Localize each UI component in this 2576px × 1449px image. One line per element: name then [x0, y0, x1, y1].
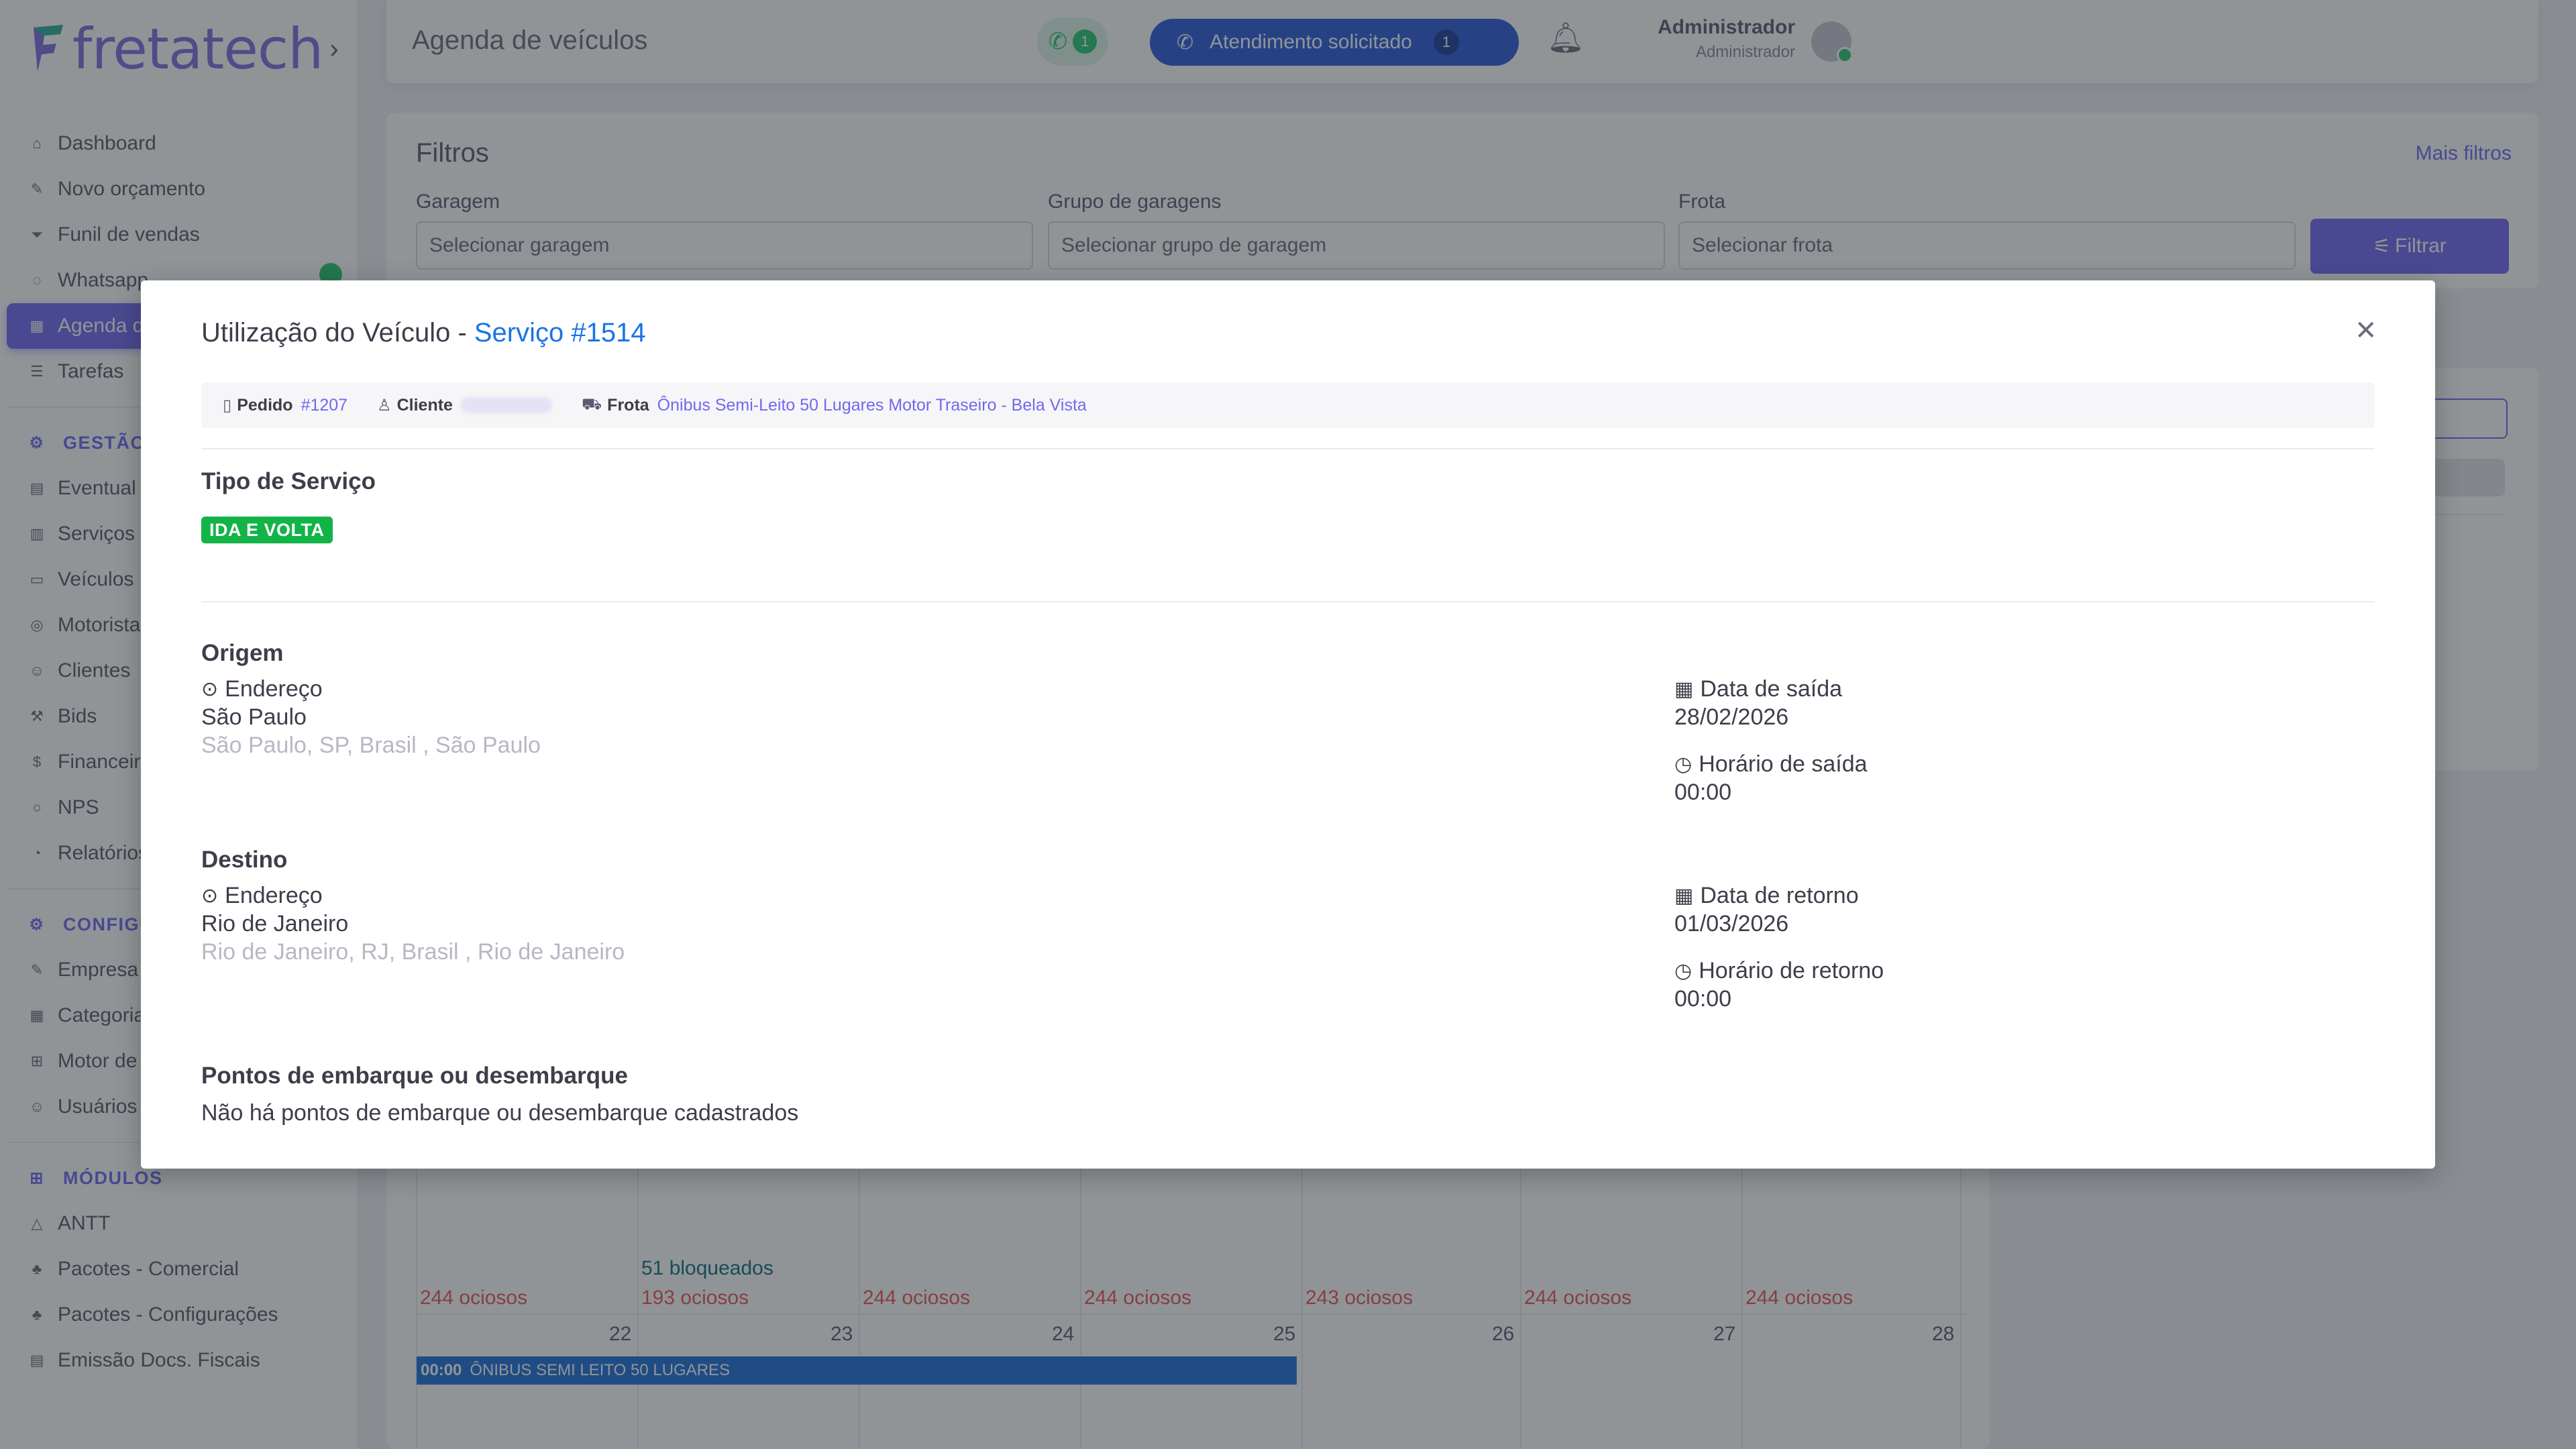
modal-divider [201, 601, 2375, 602]
meta-fleet: ⛟ Frota Ônibus Semi-Leito 50 Lugares Mot… [581, 395, 1087, 415]
return-time-value: 00:00 [1674, 986, 1732, 1012]
modal-divider [201, 448, 2375, 449]
service-type-title: Tipo de Serviço [201, 468, 376, 494]
return-time-label: ◷ Horário de retorno [1674, 958, 1884, 983]
vehicle-usage-modal: Utilização do Veículo - Serviço #1514 ✕ … [141, 280, 2435, 1169]
clock-icon: ◷ [1674, 753, 1693, 775]
fleet-link[interactable]: Ônibus Semi-Leito 50 Lugares Motor Trase… [657, 396, 1087, 415]
return-date-label: ▦ Data de retorno [1674, 883, 1859, 908]
service-link[interactable]: Serviço #1514 [474, 318, 646, 347]
stops-title: Pontos de embarque ou desembarque [201, 1063, 628, 1089]
client-name-redacted[interactable] [460, 397, 552, 413]
map-pin-icon: ⊙ [201, 678, 219, 700]
departure-date-label: ▦ Data de saída [1674, 676, 1843, 702]
departure-date-value: 28/02/2026 [1674, 704, 1789, 730]
order-link[interactable]: #1207 [301, 396, 348, 415]
service-meta-bar: ▯ Pedido #1207 ♙ Cliente ⛟ Frota Ônibus … [201, 382, 2375, 428]
clock-icon: ◷ [1674, 960, 1693, 982]
calendar-icon: ▦ [1674, 678, 1694, 700]
origin-title: Origem [201, 640, 284, 666]
destination-full-address: Rio de Janeiro, RJ, Brasil , Rio de Jane… [201, 939, 625, 965]
service-type-badge: IDA E VOLTA [201, 517, 333, 543]
map-pin-icon: ⊙ [201, 885, 219, 907]
departure-time-value: 00:00 [1674, 780, 1732, 805]
return-date-value: 01/03/2026 [1674, 911, 1789, 936]
origin-city: São Paulo [201, 704, 307, 730]
origin-address-label: ⊙ Endereço [201, 676, 323, 702]
destination-city: Rio de Janeiro [201, 911, 349, 936]
calendar-icon: ▦ [1674, 885, 1694, 907]
user-icon: ♙ [377, 396, 392, 415]
modal-title: Utilização do Veículo - Serviço #1514 [201, 318, 646, 347]
close-icon[interactable]: ✕ [2355, 315, 2377, 346]
destination-title: Destino [201, 847, 288, 873]
meta-order: ▯ Pedido #1207 [223, 395, 348, 415]
document-icon: ▯ [223, 396, 232, 415]
meta-client: ♙ Cliente [377, 396, 552, 415]
destination-address-label: ⊙ Endereço [201, 883, 323, 908]
bus-icon: ⛟ [581, 395, 602, 413]
origin-full-address: São Paulo, SP, Brasil , São Paulo [201, 733, 541, 758]
stops-empty-message: Não há pontos de embarque ou desembarque… [201, 1100, 799, 1126]
departure-time-label: ◷ Horário de saída [1674, 751, 1868, 777]
